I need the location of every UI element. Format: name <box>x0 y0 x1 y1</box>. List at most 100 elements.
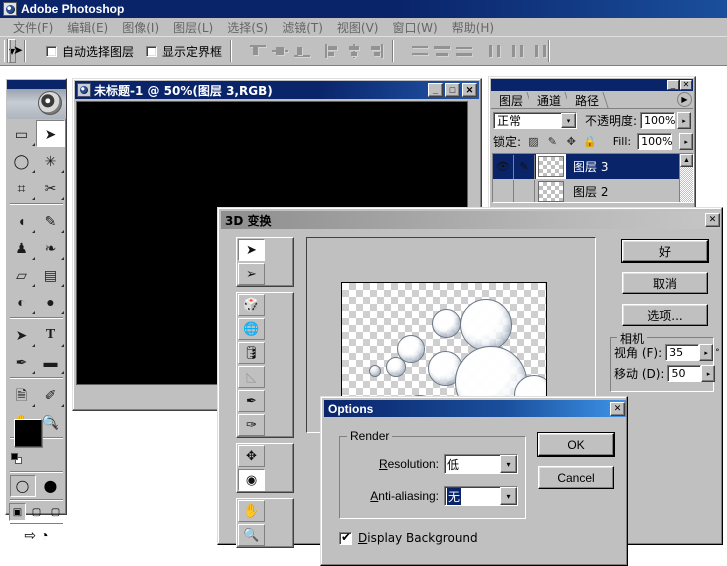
distribute-horizontal-centers-icon[interactable] <box>510 44 526 58</box>
table-row[interactable]: 👁 ✎ 图层 3 <box>493 154 693 179</box>
clone-stamp-tool[interactable]: ♟ <box>7 234 36 261</box>
trackball-tool-icon[interactable]: ◉ <box>238 469 265 491</box>
chevron-down-icon[interactable]: ▾ <box>500 487 517 505</box>
align-horizontal-centers-icon[interactable] <box>346 44 362 58</box>
palette-menu-icon[interactable]: ▶ <box>677 92 692 107</box>
distribute-left-edges-icon[interactable] <box>488 44 504 58</box>
auto-select-layer-option[interactable]: 自动选择图层 <box>46 43 134 60</box>
gradient-tool[interactable]: ▤ <box>36 261 65 288</box>
lasso-tool[interactable]: ◯ <box>7 147 36 174</box>
imageready-icon[interactable]: ◔ <box>40 527 48 544</box>
close-button[interactable]: ✕ <box>462 83 477 97</box>
default-colors-icon[interactable] <box>11 453 23 465</box>
notes-tool[interactable]: 🗎 <box>7 381 36 408</box>
menu-view[interactable]: 视图(V) <box>330 18 386 37</box>
sphere-tool-icon[interactable]: 🌐 <box>238 318 265 340</box>
menu-help[interactable]: 帮助(H) <box>445 18 501 37</box>
direct-selection-tool-icon[interactable]: ➢ <box>238 263 265 285</box>
antialiasing-select[interactable]: 无 ▾ <box>444 486 518 506</box>
layer-thumbnail[interactable] <box>538 181 564 202</box>
lock-transparent-pixels-icon[interactable]: ▨ <box>527 135 540 148</box>
field-of-view-input[interactable]: 35 <box>665 344 700 361</box>
distribute-bottom-edges-icon[interactable] <box>456 44 473 58</box>
scrollbar-track[interactable] <box>680 167 693 202</box>
menu-select[interactable]: 选择(S) <box>220 18 275 37</box>
align-top-edges-icon[interactable] <box>250 44 267 58</box>
path-selection-tool[interactable]: ➤ <box>7 321 36 348</box>
hand-tool-icon[interactable]: ✋ <box>238 500 265 522</box>
layer-visibility-icon[interactable]: 👁 <box>493 154 514 179</box>
pan-camera-tool-icon[interactable]: ✥ <box>238 445 265 467</box>
blend-mode-select[interactable]: 正常 ▾ <box>493 112 577 129</box>
menu-edit[interactable]: 编辑(E) <box>60 18 115 37</box>
move-tool[interactable]: ➤ <box>36 120 65 147</box>
dolly-input[interactable]: 50 <box>667 365 702 382</box>
swap-colors-icon[interactable]: ⤵ <box>47 415 58 431</box>
distribute-top-edges-icon[interactable] <box>412 44 429 58</box>
ok-button[interactable]: OK <box>538 433 614 456</box>
tab-layers[interactable]: 图层 <box>491 92 533 108</box>
full-screen-with-menubar[interactable]: ▢ <box>28 503 45 521</box>
menu-image[interactable]: 图像(I) <box>115 18 166 37</box>
dolly-slider-button[interactable]: ▸ <box>701 365 716 382</box>
zoom-tool-icon[interactable]: 🔍 <box>238 524 265 546</box>
menubar[interactable]: 文件(F) 编辑(E) 图像(I) 图层(L) 选择(S) 滤镜(T) 视图(V… <box>0 18 727 36</box>
close-button[interactable]: ✕ <box>705 213 720 227</box>
dodge-tool[interactable]: ● <box>36 288 65 315</box>
display-background-checkbox[interactable] <box>339 530 352 545</box>
cancel-button[interactable]: Cancel <box>538 466 614 489</box>
menu-file[interactable]: 文件(F) <box>6 18 60 37</box>
close-button[interactable]: ✕ <box>680 80 692 90</box>
menu-layer[interactable]: 图层(L) <box>166 18 220 37</box>
foreground-color-swatch[interactable] <box>14 419 42 447</box>
maximize-button[interactable]: □ <box>445 83 460 97</box>
scroll-up-button[interactable]: ▲ <box>680 154 693 167</box>
distribute-vertical-centers-icon[interactable] <box>434 44 451 58</box>
cylinder-tool-icon[interactable]: 🛢 <box>238 342 265 364</box>
standard-mode-icon[interactable]: ◯ <box>9 475 36 497</box>
add-anchor-point-tool-icon[interactable]: ✒ <box>238 390 265 412</box>
delete-anchor-point-tool-icon[interactable]: ✑ <box>238 414 265 436</box>
document-titlebar[interactable]: 未标题-1 @ 50%(图层 3,RGB) _ □ ✕ <box>75 81 479 99</box>
pen-tool[interactable]: ✒ <box>7 348 36 375</box>
lock-position-icon[interactable]: ✥ <box>565 135 578 148</box>
3d-transform-titlebar[interactable]: 3D 变换 ✕ <box>221 211 721 229</box>
align-right-edges-icon[interactable] <box>368 44 384 58</box>
slice-tool[interactable]: ✂ <box>36 174 65 201</box>
marquee-tool[interactable]: ▭ <box>7 120 36 147</box>
healing-brush-tool[interactable]: ◖ <box>7 207 36 234</box>
jump-to-imageready-icon[interactable]: ⇨ <box>24 527 36 544</box>
align-vertical-centers-icon[interactable] <box>272 44 289 58</box>
table-row[interactable]: 图层 2 <box>493 179 693 202</box>
chevron-down-icon[interactable]: ▾ <box>500 455 517 473</box>
standard-screen-mode[interactable]: ▣ <box>9 503 26 521</box>
layers-scrollbar[interactable]: ▲ <box>679 154 693 202</box>
magic-wand-tool[interactable]: ✳ <box>36 147 65 174</box>
display-background-option[interactable]: Display Background <box>339 530 478 545</box>
blur-tool[interactable]: ◐ <box>7 288 36 315</box>
options-button[interactable]: 选项... <box>622 304 708 326</box>
layer-visibility-icon[interactable] <box>493 179 514 202</box>
fill-input[interactable]: 100% <box>637 133 673 150</box>
layers-palette-titlebar[interactable]: _ ✕ <box>491 79 693 91</box>
brush-tool[interactable]: ✎ <box>36 207 65 234</box>
collapse-button[interactable]: _ <box>667 80 679 90</box>
eraser-tool[interactable]: ▱ <box>7 261 36 288</box>
cancel-button[interactable]: 取消 <box>622 272 708 294</box>
quickmask-mode-icon[interactable]: ⬤ <box>38 475 64 497</box>
opacity-slider-button[interactable]: ▸ <box>677 112 692 129</box>
layer-brush-icon[interactable]: ✎ <box>514 154 535 179</box>
type-tool[interactable]: T <box>36 321 65 348</box>
selection-tool-icon[interactable]: ➤ <box>238 239 265 261</box>
opacity-input[interactable]: 100% <box>640 112 676 129</box>
tab-channels[interactable]: 通道 <box>529 92 571 108</box>
options-dialog-titlebar[interactable]: Options ✕ <box>324 400 626 417</box>
lock-all-icon[interactable]: 🔒 <box>583 135 597 148</box>
layer-brush-icon[interactable] <box>514 179 535 202</box>
ok-button[interactable]: 好 <box>622 240 708 262</box>
show-bounding-box-option[interactable]: 显示定界框 <box>146 43 222 60</box>
auto-select-layer-checkbox[interactable] <box>46 45 58 57</box>
tool-preset-picker[interactable]: ➤ <box>7 39 23 63</box>
layer-thumbnail[interactable] <box>536 154 566 179</box>
menu-window[interactable]: 窗口(W) <box>385 18 444 37</box>
